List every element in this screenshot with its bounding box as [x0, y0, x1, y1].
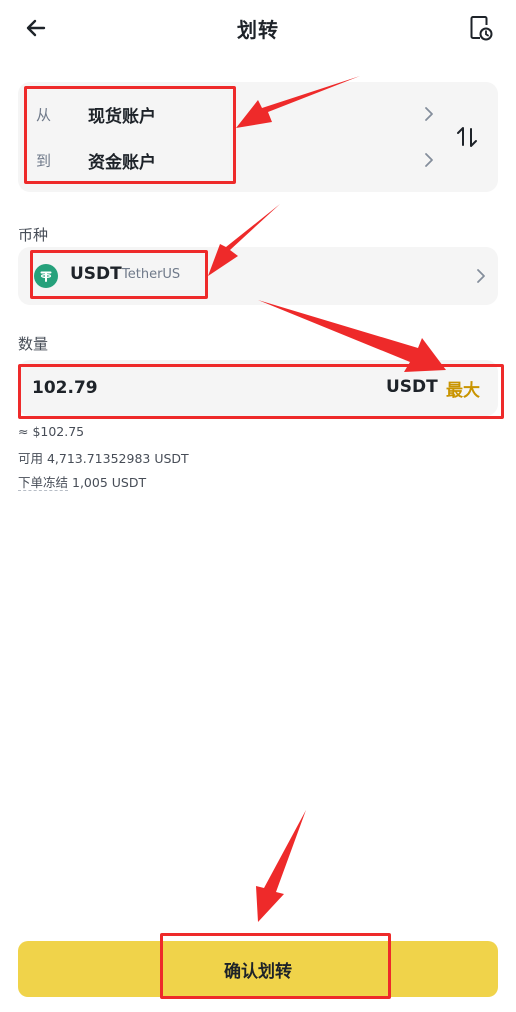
frozen-value: 1,005 USDT — [68, 475, 147, 490]
from-account-name: 现货账户 — [88, 107, 156, 127]
chevron-right-icon — [477, 269, 485, 283]
to-account-selector[interactable]: 到 资金账户 — [18, 138, 448, 182]
chevron-right-icon — [425, 153, 433, 167]
usdt-logo-icon — [34, 264, 58, 288]
history-button[interactable] — [468, 14, 494, 42]
order-history-icon — [470, 16, 493, 41]
chevron-right-icon — [425, 107, 433, 121]
to-account-name: 资金账户 — [88, 153, 156, 173]
to-label: 到 — [36, 152, 52, 170]
coin-full-name: TetherUS — [122, 267, 181, 282]
from-label: 从 — [36, 106, 52, 124]
amount-section-label: 数量 — [18, 335, 49, 353]
swap-vertical-icon — [457, 127, 477, 147]
amount-unit: USDT — [386, 377, 438, 397]
top-bar: 划转 — [0, 0, 516, 56]
coin-selector[interactable]: USDT TetherUS — [18, 247, 498, 305]
amount-field: USDT 最大 — [18, 360, 498, 416]
amount-input[interactable] — [32, 374, 332, 402]
max-button[interactable]: 最大 — [446, 376, 480, 401]
from-account-selector[interactable]: 从 现货账户 — [18, 92, 448, 136]
page-title: 划转 — [237, 18, 279, 42]
frozen-label[interactable]: 下单冻结 — [18, 475, 69, 491]
account-selector-card: 从 现货账户 到 资金账户 — [18, 82, 498, 192]
available-balance: 可用 4,713.71352983 USDT — [18, 451, 189, 466]
coin-symbol: USDT — [70, 264, 122, 284]
swap-accounts-button[interactable] — [452, 124, 482, 150]
frozen-balance: 下单冻结 1,005 USDT — [18, 472, 146, 491]
coin-section-label: 币种 — [18, 226, 49, 244]
approx-usd-value: ≈ $102.75 — [18, 424, 85, 439]
annotation-arrow-confirm — [256, 810, 306, 922]
confirm-transfer-button[interactable]: 确认划转 — [18, 941, 498, 997]
